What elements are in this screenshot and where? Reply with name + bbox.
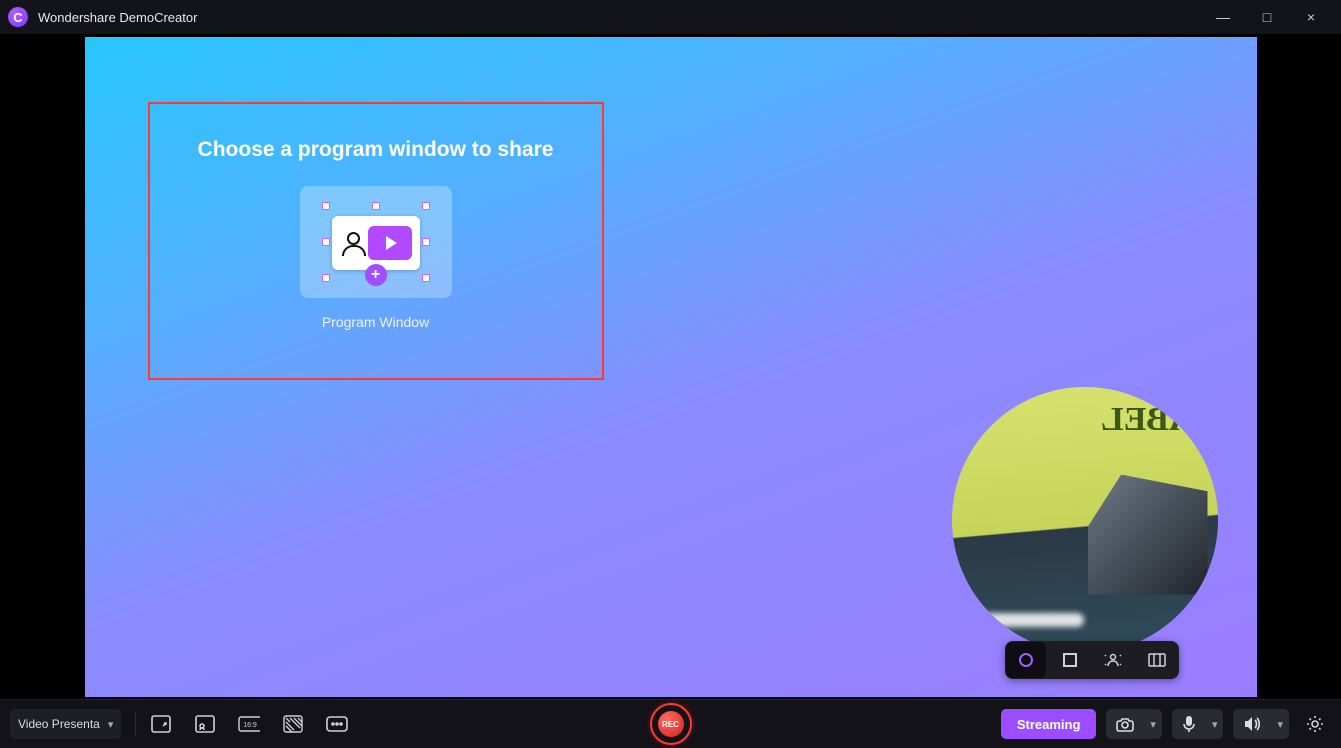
- webcam-shape-toolbar: [1005, 641, 1179, 679]
- option-label: Program Window: [322, 314, 429, 330]
- canvas-area[interactable]: Choose a program window to share +: [85, 37, 1257, 697]
- mic-control-group: ▾: [1172, 709, 1224, 739]
- mode-label: Video Presenta: [18, 717, 100, 731]
- speaker-dropdown[interactable]: ▾: [1271, 709, 1289, 739]
- program-window-tile: +: [300, 186, 452, 298]
- webcam-portrait-button[interactable]: [1093, 642, 1133, 678]
- webcam-frame-button[interactable]: [1137, 642, 1177, 678]
- webcam-text-overlay: ABEL: [1101, 401, 1194, 439]
- camera-control-group: ▾: [1106, 709, 1162, 739]
- aspect-ratio-icon[interactable]: 16:9: [238, 713, 260, 735]
- maximize-button[interactable]: □: [1245, 1, 1289, 33]
- background-icon[interactable]: [282, 713, 304, 735]
- panel-title: Choose a program window to share: [150, 138, 602, 162]
- svg-text:16:9: 16:9: [244, 722, 258, 729]
- caption-icon[interactable]: [326, 713, 348, 735]
- presenter-icon[interactable]: [194, 713, 216, 735]
- stage: Choose a program window to share +: [0, 34, 1341, 699]
- fullscreen-icon[interactable]: [150, 713, 172, 735]
- webcam-shape-circle-button[interactable]: [1006, 642, 1046, 678]
- chevron-down-icon: ▾: [108, 718, 114, 731]
- person-icon: [342, 232, 362, 256]
- webcam-preview[interactable]: ABEL: [952, 387, 1218, 653]
- app-logo: C: [8, 7, 28, 27]
- title-bar: C Wondershare DemoCreator — □ ×: [0, 0, 1341, 34]
- camera-button[interactable]: [1106, 709, 1144, 739]
- record-button[interactable]: REC: [650, 703, 692, 745]
- mic-button[interactable]: [1172, 709, 1206, 739]
- speaker-control-group: ▾: [1233, 709, 1289, 739]
- webcam-shape-square-button[interactable]: [1050, 642, 1090, 678]
- add-icon: +: [365, 264, 387, 286]
- close-button[interactable]: ×: [1289, 1, 1333, 33]
- streaming-button[interactable]: Streaming: [1001, 709, 1097, 739]
- minimize-button[interactable]: —: [1201, 1, 1245, 33]
- program-window-option[interactable]: + Program Window: [300, 186, 452, 331]
- mic-dropdown[interactable]: ▾: [1206, 709, 1224, 739]
- choose-window-panel: Choose a program window to share +: [148, 102, 604, 380]
- play-icon: [368, 226, 412, 260]
- settings-button[interactable]: [1299, 709, 1331, 739]
- app-title: Wondershare DemoCreator: [38, 10, 197, 25]
- camera-dropdown[interactable]: ▾: [1144, 709, 1162, 739]
- bottom-toolbar: Video Presenta ▾ 16:9 REC: [0, 699, 1341, 748]
- mode-selector[interactable]: Video Presenta ▾: [10, 709, 121, 739]
- speaker-button[interactable]: [1233, 709, 1271, 739]
